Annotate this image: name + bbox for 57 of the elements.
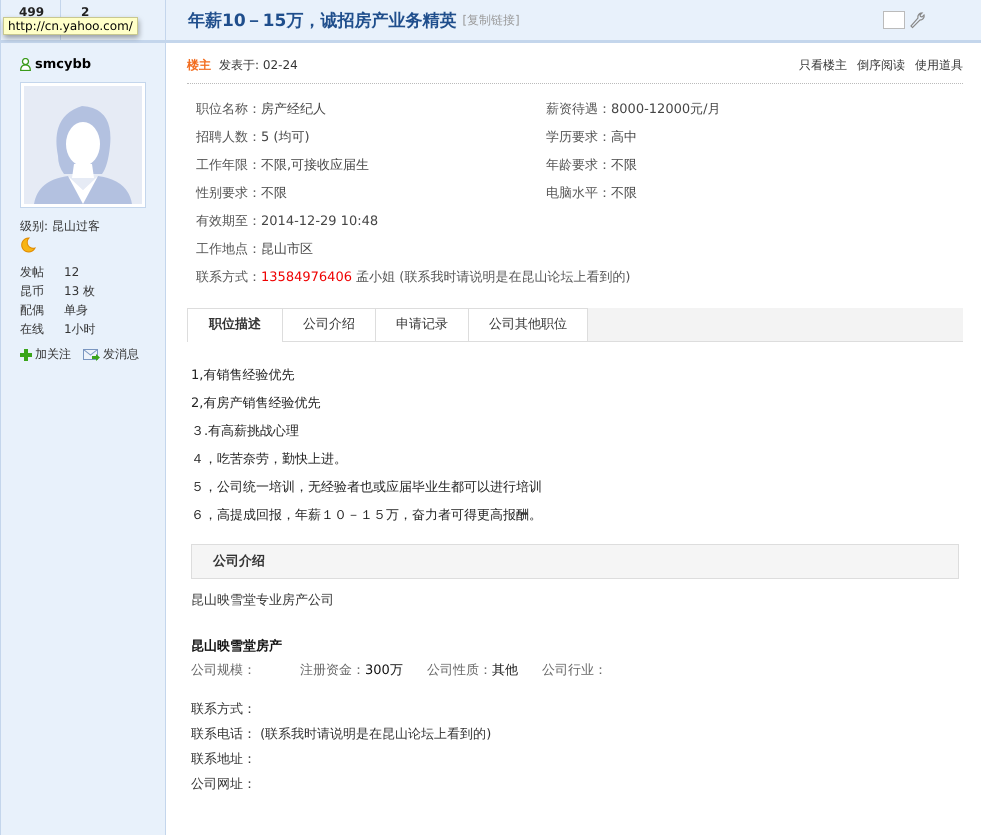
company-contact: 联系方式： (191, 701, 257, 719)
company-fact: 注册资金：300万 (300, 662, 403, 679)
message-link[interactable]: 发消息 (83, 346, 139, 363)
user-level: 级别: 昆山过客 (20, 218, 101, 235)
company-fact: 公司性质：其他 (426, 662, 518, 679)
description-line: ４，吃苦奈劳，勤快上进。 (191, 451, 348, 469)
stat-label: 昆币 (20, 283, 45, 300)
post-tool-link[interactable]: 倒序阅读 (857, 57, 905, 74)
wrench-icon (909, 11, 925, 29)
job-field: 薪资待遇：8000-12000元/月 (546, 96, 963, 124)
job-field: 工作地点：昆山市区 (196, 236, 963, 264)
tab[interactable]: 公司其他职位 (468, 308, 588, 341)
company-fact: 公司行业： (542, 662, 607, 679)
company-intro: 昆山映雪堂专业房产公司 (190, 592, 335, 609)
stat-label: 在线 (20, 321, 45, 338)
job-field: 电脑水平：不限 (546, 180, 963, 208)
company-contact: 联系电话： (联系我时请说明是在昆山论坛上看到的) (191, 726, 492, 744)
job-field: 职位名称：房产经纪人 (196, 96, 546, 124)
job-field: 学历要求：高中 (546, 124, 963, 152)
envelope-icon (83, 348, 100, 360)
company-contact: 联系地址： (191, 751, 257, 769)
section-header: 公司介绍 (191, 544, 959, 579)
description-line: ５，公司统一培训，无经验者也或应届毕业生都可以进行培训 (191, 479, 543, 497)
stat-label: 发帖 (20, 264, 45, 281)
author-label: 楼主 (187, 57, 211, 74)
stat-value: 13 枚 (64, 283, 96, 300)
post-date: 发表于: 02-24 (219, 57, 298, 74)
checkbox[interactable] (883, 11, 905, 29)
stat-value: 1小时 (64, 321, 97, 338)
tab[interactable]: 申请记录 (375, 308, 469, 341)
description-line: 1,有销售经验优先 (191, 367, 296, 385)
tab[interactable]: 职位描述 (187, 308, 283, 342)
stat-label: 配偶 (20, 302, 45, 319)
post-title: 年薪10－15万，诚招房产业务精英 (188, 10, 456, 32)
follow-link[interactable]: 加关注 (20, 346, 71, 363)
description-line: ３.有高薪挑战心理 (191, 423, 300, 441)
description-line: ６，高提成回报，年薪１０－１５万，奋力者可得更高报酬。 (191, 507, 543, 525)
plus-icon (20, 348, 32, 360)
user-icon (20, 58, 31, 71)
username[interactable]: smcybb (35, 57, 92, 72)
post-tool-link[interactable]: 使用道具 (915, 57, 963, 74)
job-field: 有效期至：2014-12-29 10:48 (196, 208, 963, 236)
url-tooltip: http://cn.yahoo.com/ (3, 17, 138, 35)
stat-value: 单身 (64, 302, 89, 319)
stat-value: 12 (64, 264, 80, 281)
job-field: 年龄要求：不限 (546, 152, 963, 180)
moon-icon (20, 237, 36, 253)
company-fact: 公司规模： (191, 662, 256, 679)
job-field: 工作年限：不限,可接收应届生 (196, 152, 546, 180)
company-name: 昆山映雪堂房产 (190, 638, 283, 655)
contact-info: 联系方式：13584976406 孟小姐 (联系我时请说明是在昆山论坛上看到的) (196, 269, 632, 287)
job-field: 性别要求：不限 (196, 180, 546, 208)
job-field: 招聘人数：5 (均可) (196, 124, 546, 152)
description-line: 2,有房产销售经验优先 (191, 395, 322, 413)
company-contact: 公司网址： (191, 776, 257, 794)
post-tool-link[interactable]: 只看楼主 (799, 57, 847, 74)
tab[interactable]: 公司介绍 (282, 308, 376, 341)
